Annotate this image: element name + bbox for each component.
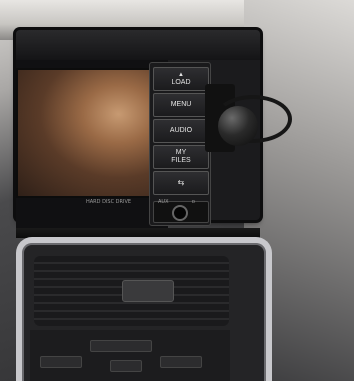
load-button-label: LOAD xyxy=(171,79,191,86)
climate-button[interactable] xyxy=(160,356,202,368)
aux-label: AUX xyxy=(158,199,169,205)
my-files-button-label: MY FILES xyxy=(171,149,191,164)
menu-button-label: MENU xyxy=(170,101,192,108)
hard-disc-label: HARD DISC DRIVE xyxy=(86,199,132,205)
aux-right-label: ᴅ xyxy=(192,199,196,205)
phone-mount-ball[interactable] xyxy=(218,106,258,146)
usb-button[interactable]: ⇆ xyxy=(153,171,209,195)
audio-button-label: AUDIO xyxy=(169,127,193,134)
climate-button[interactable] xyxy=(90,340,152,352)
aux-jack[interactable] xyxy=(172,205,188,221)
my-files-button[interactable]: MY FILES xyxy=(153,145,209,169)
vent-adjust-tab[interactable] xyxy=(122,280,174,302)
display-screen[interactable] xyxy=(16,68,154,198)
menu-button[interactable]: MENU xyxy=(153,93,209,117)
car-dashboard-photo: ▲ LOAD MENU AUDIO MY FILES ⇆ HARD DISC D… xyxy=(0,0,354,381)
load-button[interactable]: ▲ LOAD xyxy=(153,67,209,91)
usb-icon: ⇆ xyxy=(177,178,185,187)
climate-button[interactable] xyxy=(110,360,142,372)
climate-control-panel xyxy=(30,330,230,381)
climate-button[interactable] xyxy=(40,356,82,368)
eject-icon: ▲ xyxy=(178,72,184,78)
head-unit-bezel xyxy=(16,30,260,60)
audio-button[interactable]: AUDIO xyxy=(153,119,209,143)
